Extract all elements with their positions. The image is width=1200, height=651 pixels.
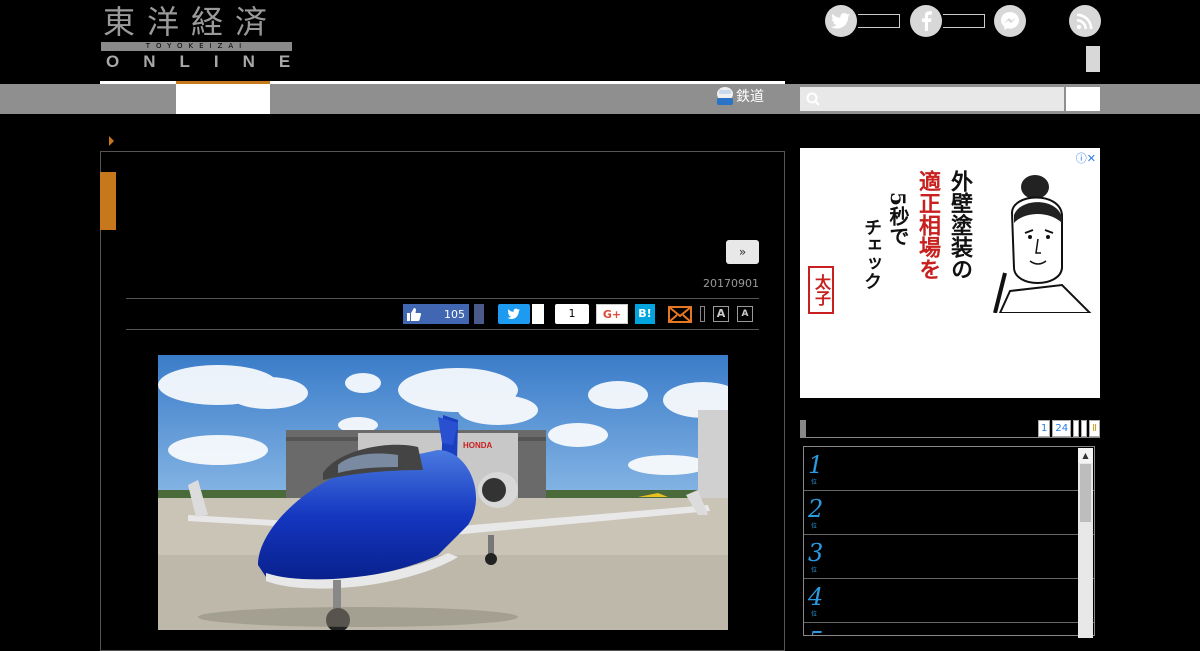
logo-kanji[interactable]: 東洋経済 — [103, 4, 279, 40]
ad-stamp: 太子 — [808, 266, 834, 314]
ranking-tab-24[interactable]: 24 — [1052, 420, 1072, 437]
rank-suffix: 位 — [811, 523, 818, 530]
rank-number: 3 — [808, 539, 824, 567]
ranking-tab-4[interactable] — [1081, 420, 1088, 437]
search-input[interactable] — [800, 87, 1064, 111]
rss-icon[interactable] — [1069, 5, 1101, 37]
ranking-tab-5[interactable]: Ⅱ — [1089, 420, 1100, 437]
rank-suffix: 位 — [811, 611, 818, 618]
ad-text-col4: チェック — [861, 218, 882, 290]
google-plus-button[interactable]: G+ — [596, 304, 628, 324]
divider-top — [126, 298, 759, 299]
ad-text-col3: 5秒で — [886, 192, 910, 246]
ad-illustration-prince — [993, 175, 1092, 313]
facebook-like-button[interactable]: 105 — [403, 304, 469, 324]
menu-toggle-button[interactable] — [1086, 46, 1100, 72]
twitter-icon[interactable] — [825, 5, 857, 37]
facebook-icon[interactable] — [910, 5, 942, 37]
twitter-share-count — [532, 304, 544, 324]
breadcrumb-arrow-icon[interactable] — [109, 136, 114, 146]
ranking-tab-3[interactable] — [1073, 420, 1080, 437]
list-item[interactable]: 2 位 — [804, 491, 1094, 535]
rank-number: 5 — [808, 627, 823, 635]
article-photo: HONDA — [158, 355, 728, 630]
next-page-button[interactable]: » — [726, 240, 759, 264]
rank-number: 1 — [808, 451, 824, 479]
ranking-tab-1[interactable]: 1 — [1037, 420, 1051, 437]
messenger-icon[interactable] — [994, 5, 1026, 37]
train-icon — [716, 86, 733, 106]
ranking-header: 1 24 Ⅱ — [800, 420, 1100, 438]
rank-suffix: 位 — [811, 479, 818, 486]
ad-banner[interactable]: ⓘ✕ 外壁塗装の 適正相場を 5秒で チェック 太子 — [800, 148, 1100, 398]
scroll-thumb[interactable] — [1080, 464, 1091, 522]
pocket-count[interactable]: 1 — [555, 304, 589, 324]
facebook-like-count: 105 — [444, 307, 465, 321]
ad-text-col2: 適正相場を — [915, 170, 941, 280]
rank-number: 4 — [808, 583, 824, 611]
ad-text-col1: 外壁塗装の — [947, 170, 973, 280]
thumbs-up-icon — [407, 307, 421, 321]
search-icon — [806, 92, 820, 106]
honda-building-sign: HONDA — [463, 441, 493, 450]
ranking-header-marker — [800, 420, 806, 438]
nav-item-railway[interactable]: 鉄道 — [716, 86, 764, 106]
twitter-bird-icon — [507, 308, 520, 319]
twitter-count-box — [858, 14, 900, 28]
font-size-large-button[interactable]: A — [713, 306, 729, 322]
facebook-share-button[interactable] — [474, 304, 484, 324]
nav-item-railway-label: 鉄道 — [736, 89, 764, 105]
font-size-small-button[interactable]: A — [737, 306, 753, 322]
facebook-count-box — [943, 14, 985, 28]
logo-romaji: TOYOKEIZAI — [101, 42, 292, 51]
ad-info-close-icon[interactable]: ⓘ✕ — [1076, 150, 1096, 166]
mail-icon[interactable] — [668, 304, 692, 324]
hatena-bookmark-button[interactable]: B! — [635, 304, 655, 324]
scroll-up-arrow-icon[interactable]: ▲ — [1078, 448, 1093, 463]
article-category-marker — [100, 172, 116, 230]
list-item[interactable]: 3 位 — [804, 535, 1094, 579]
logo-online[interactable]: ONLINE — [106, 52, 314, 72]
divider-bottom — [126, 329, 759, 330]
article-date: 20170901 — [703, 277, 759, 290]
ranking-tabs: 1 24 Ⅱ — [1037, 420, 1100, 437]
list-item[interactable]: 1 位 — [804, 447, 1094, 491]
rank-number: 2 — [808, 495, 824, 523]
ranking-scrollbar[interactable]: ▲ — [1078, 448, 1093, 638]
list-item[interactable]: 4 位 — [804, 579, 1094, 623]
twitter-share-button[interactable] — [498, 304, 530, 324]
nav-tab-active[interactable] — [176, 84, 270, 114]
rank-suffix: 位 — [811, 567, 818, 574]
share-more-button[interactable] — [700, 306, 705, 322]
ranking-list: 1 位 2 位 3 位 4 位 5 位 — [803, 446, 1095, 636]
search-button[interactable] — [1066, 87, 1100, 111]
